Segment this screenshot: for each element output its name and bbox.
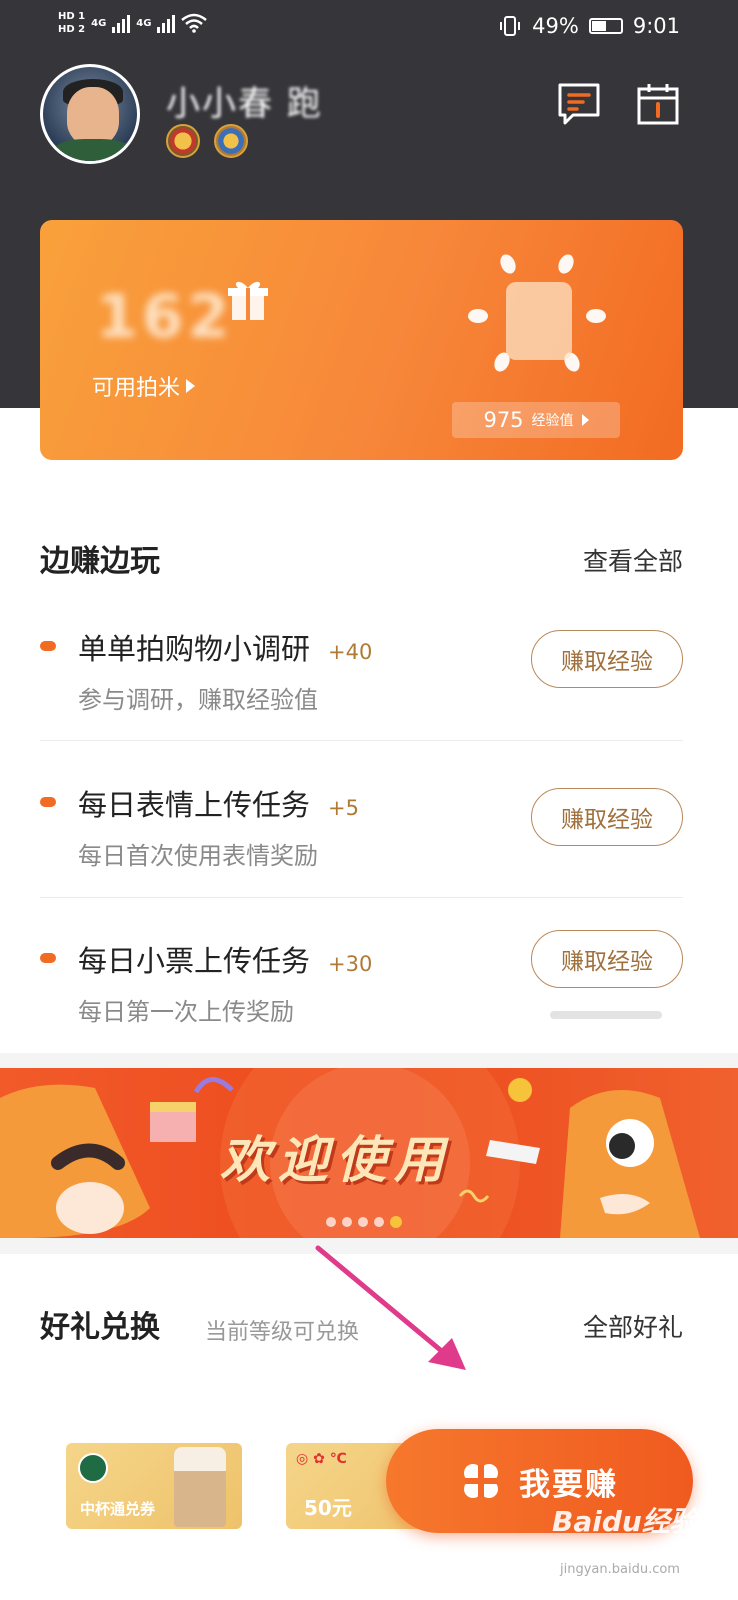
status-bar: HD 1 HD 2 4G 4G 49% 9:01 <box>0 0 738 56</box>
experience-value: 975 <box>483 408 524 432</box>
scroll-indicator[interactable] <box>550 1011 662 1019</box>
gift-card-label: 中杯通兑券 <box>80 1500 156 1518</box>
earn-button-label: 我要赚 <box>519 1466 618 1503</box>
clock: 9:01 <box>632 14 680 38</box>
task-points: +30 <box>328 952 373 976</box>
status-right: 49% 9:01 <box>498 14 680 38</box>
task-title-row: 单单拍购物小调研 +40 <box>78 626 372 668</box>
carousel-dot[interactable] <box>374 1217 384 1227</box>
battery-icon <box>588 18 623 34</box>
earn-play-title: 边赚边玩 <box>40 544 160 579</box>
hd-indicator: HD 1 HD 2 <box>58 10 85 36</box>
rank-badge-icon[interactable] <box>214 124 248 158</box>
wifi-icon <box>181 13 208 33</box>
gift-card[interactable]: 中杯通兑券 <box>66 1443 242 1529</box>
signal1-icon <box>112 13 131 33</box>
avatar-face <box>67 87 119 145</box>
gift-card-label: 50元 <box>304 1496 352 1520</box>
avatar-shirt <box>53 139 133 161</box>
points-value: 162 <box>96 282 234 352</box>
annotation-arrow-icon <box>315 1245 466 1370</box>
earn-experience-button[interactable]: 赚取经验 <box>531 930 683 988</box>
experience-pill[interactable]: 975 经验值 <box>452 402 620 438</box>
task-title: 每日小票上传任务 <box>78 944 311 978</box>
level-sun-icon[interactable] <box>468 254 608 384</box>
all-gifts-link[interactable]: 全部好礼 <box>583 1308 683 1344</box>
hd-bottom: HD 2 <box>58 24 86 35</box>
task-title-row: 每日小票上传任务 +30 <box>78 938 372 980</box>
status-left: HD 1 HD 2 4G 4G <box>58 10 208 36</box>
avatar[interactable] <box>40 64 140 164</box>
gift-icon <box>228 281 268 320</box>
bullet-icon <box>40 797 56 807</box>
baidu-watermark: Baidu经验 <box>552 1505 698 1538</box>
experience-unit: 经验值 <box>531 413 574 429</box>
earn-experience-button[interactable]: 赚取经验 <box>531 788 683 846</box>
section-gap <box>0 1053 738 1068</box>
gifts-title: 好礼兑换 <box>40 1310 160 1345</box>
net2-label: 4G <box>136 17 152 29</box>
chevron-right-icon <box>186 379 196 393</box>
chevron-right-icon <box>581 414 589 426</box>
starbucks-logo-icon <box>78 1453 108 1483</box>
earn-experience-button[interactable]: 赚取经验 <box>531 630 683 688</box>
task-points: +40 <box>328 640 373 664</box>
medal-badge-icon[interactable] <box>166 124 200 158</box>
baidu-watermark-url: jingyan.baidu.com <box>560 1562 680 1577</box>
username: 小小春 跑 <box>166 84 323 124</box>
calendar-icon[interactable] <box>636 82 680 126</box>
battery-percent: 49% <box>532 14 579 38</box>
signal2-icon <box>157 13 176 33</box>
bullet-icon <box>40 641 56 651</box>
net1-label: 4G <box>91 17 107 29</box>
task-description: 每日首次使用表情奖励 <box>78 842 318 870</box>
task-title: 单单拍购物小调研 <box>78 632 311 666</box>
carousel-dot[interactable] <box>326 1217 336 1227</box>
view-all-link[interactable]: 查看全部 <box>583 542 683 578</box>
points-label: 可用拍米 <box>92 376 181 401</box>
carousel-dots[interactable] <box>326 1216 402 1228</box>
carousel-dot[interactable] <box>342 1217 352 1227</box>
task-points: +5 <box>328 796 359 820</box>
promo-banner[interactable]: 欢迎使用 <box>0 1068 738 1238</box>
telecom-logos-icon: ◎ ✿ ℃ <box>296 1451 347 1467</box>
coffee-cup-image <box>174 1447 226 1527</box>
task-item: 单单拍购物小调研 +40 参与调研，赚取经验值 赚取经验 <box>40 622 683 779</box>
hd-top: HD 1 <box>58 11 86 22</box>
message-icon[interactable] <box>557 82 601 126</box>
carousel-dot-active[interactable] <box>390 1216 402 1228</box>
task-description: 参与调研，赚取经验值 <box>78 686 318 714</box>
points-card: 162 可用拍米 975 经验值 <box>40 220 683 460</box>
task-item: 每日表情上传任务 +5 每日首次使用表情奖励 赚取经验 <box>40 778 683 935</box>
task-title: 每日表情上传任务 <box>78 788 311 822</box>
task-title-row: 每日表情上传任务 +5 <box>78 782 359 824</box>
banner-text: 欢迎使用 <box>220 1131 452 1189</box>
level-badges <box>166 124 248 158</box>
vibrate-icon <box>500 16 521 36</box>
divider <box>40 740 683 741</box>
points-link[interactable]: 可用拍米 <box>92 370 196 402</box>
carousel-dot[interactable] <box>358 1217 368 1227</box>
divider <box>40 897 683 898</box>
bullet-icon <box>40 953 56 963</box>
task-description: 每日第一次上传奖励 <box>78 998 294 1026</box>
clover-icon <box>464 1464 498 1498</box>
